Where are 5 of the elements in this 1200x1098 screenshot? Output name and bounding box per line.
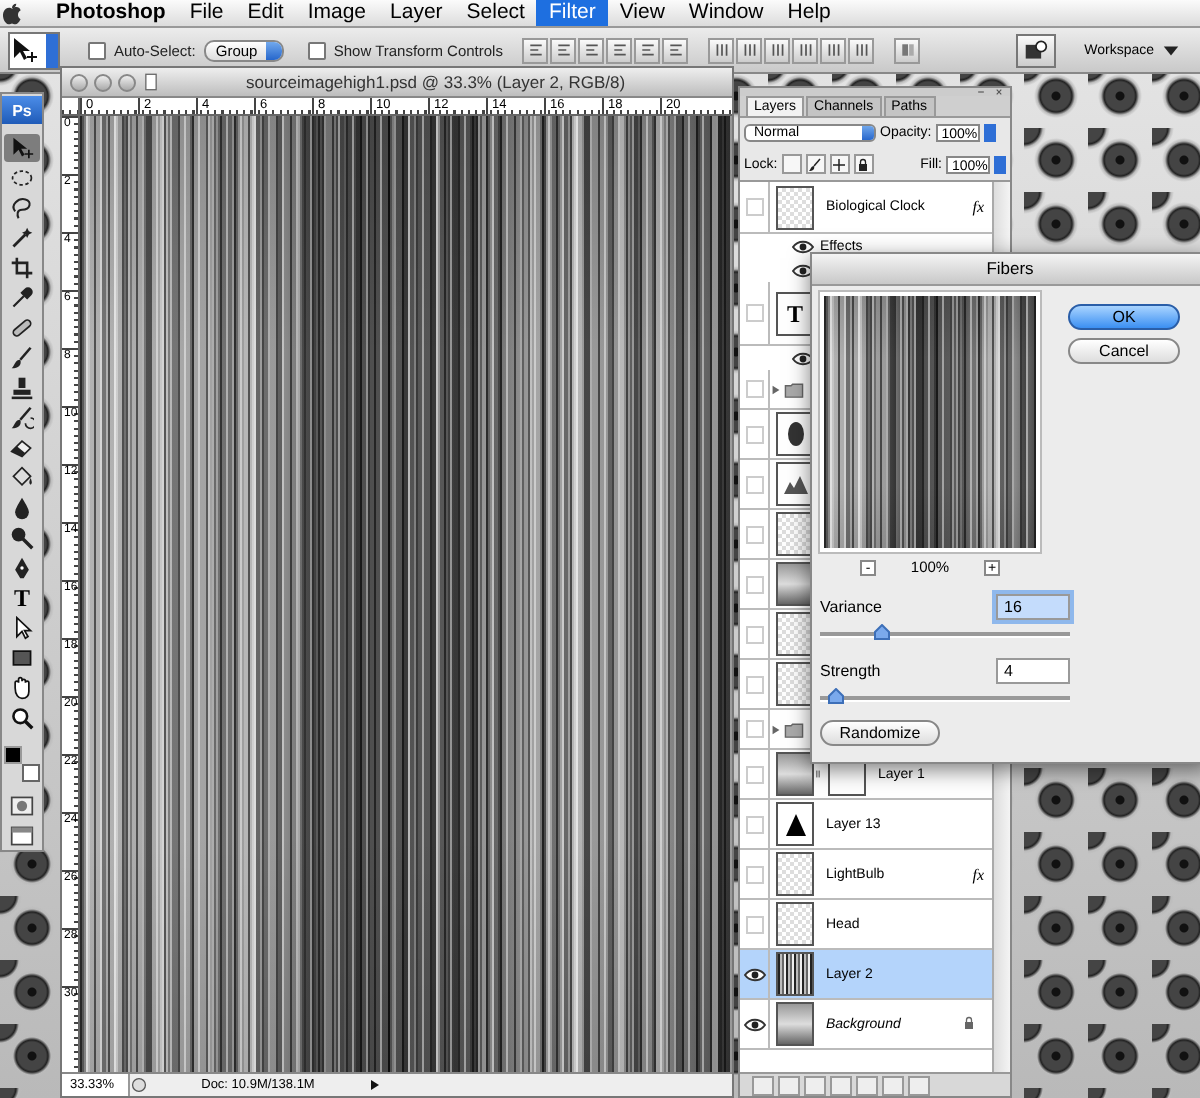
- parameter-label: Strength: [820, 662, 881, 680]
- app-badge: Ps: [2, 96, 42, 124]
- dialog-title: Fibers: [812, 254, 1200, 286]
- parameter-label: Variance: [820, 598, 882, 616]
- window-title: sourceimagehigh1.psd @ 33.3% (Layer 2, RGB/8): [246, 72, 626, 92]
